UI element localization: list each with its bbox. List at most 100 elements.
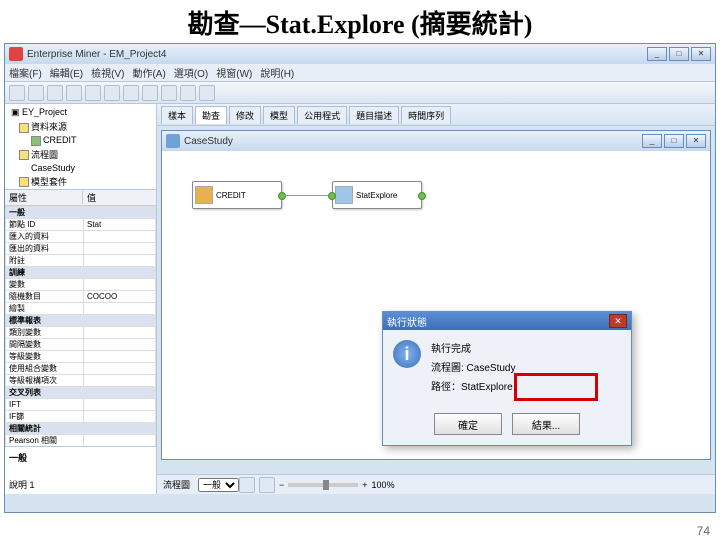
property-value[interactable] bbox=[84, 255, 156, 267]
project-tree[interactable]: ▣ EY_Project 資料來源 CREDIT 流程圖 CaseStudy 模… bbox=[5, 104, 156, 190]
property-value[interactable] bbox=[84, 243, 156, 255]
tab-desc[interactable]: 題目描述 bbox=[349, 106, 399, 124]
dialog-text: 執行完成 流程圖: CaseStudy 路徑：StatExplore bbox=[431, 340, 515, 397]
menu-edit[interactable]: 編輯(E) bbox=[50, 65, 83, 80]
port-in[interactable] bbox=[328, 192, 336, 200]
property-key: Pearson 相關 bbox=[6, 435, 84, 447]
folder-icon bbox=[19, 150, 29, 160]
zoom-slider[interactable] bbox=[288, 483, 358, 487]
tree-item[interactable]: 流程圖 bbox=[7, 147, 154, 162]
toolbar-button[interactable] bbox=[161, 85, 177, 101]
property-section: 訓練 bbox=[6, 267, 156, 279]
close-button[interactable]: ✕ bbox=[691, 47, 711, 61]
property-value[interactable]: Stat bbox=[84, 219, 156, 231]
tab-modify[interactable]: 修改 bbox=[229, 106, 261, 124]
property-value[interactable] bbox=[84, 351, 156, 363]
zoom-control[interactable]: − + 100% bbox=[239, 477, 395, 493]
toolbar-button[interactable] bbox=[180, 85, 196, 101]
toolbar-button[interactable] bbox=[66, 85, 82, 101]
property-value[interactable] bbox=[84, 339, 156, 351]
property-value[interactable] bbox=[84, 231, 156, 243]
menubar: 檔案(F) 編輯(E) 檢視(V) 動作(A) 選項(O) 視窗(W) 說明(H… bbox=[5, 64, 715, 82]
toolbar-button[interactable] bbox=[142, 85, 158, 101]
property-key: 類別變數 bbox=[6, 327, 84, 339]
toolbar-button[interactable] bbox=[104, 85, 120, 101]
menu-action[interactable]: 動作(A) bbox=[132, 65, 165, 80]
zoom-out-icon[interactable] bbox=[239, 477, 255, 493]
property-key: 等級變數 bbox=[6, 351, 84, 363]
toolbar-button[interactable] bbox=[9, 85, 25, 101]
tab-sample[interactable]: 樣本 bbox=[161, 106, 193, 124]
tree-root[interactable]: ▣ EY_Project bbox=[7, 106, 154, 119]
property-value[interactable] bbox=[84, 279, 156, 291]
property-panel: 屬性 值 一般節點 IDStat匯入的資料匯出的資料附註訓練變數隨機數目COCO… bbox=[5, 190, 156, 446]
tab-model[interactable]: 模型 bbox=[263, 106, 295, 124]
toolbar-button[interactable] bbox=[28, 85, 44, 101]
dialog-close-button[interactable]: ✕ bbox=[609, 314, 627, 328]
property-key: 間隔變數 bbox=[6, 339, 84, 351]
property-key: 等級報構項次 bbox=[6, 375, 84, 387]
tab-utility[interactable]: 公用程式 bbox=[297, 106, 347, 124]
node-label: CREDIT bbox=[216, 191, 246, 200]
property-value[interactable] bbox=[84, 411, 156, 423]
node-link[interactable] bbox=[284, 195, 330, 196]
property-value[interactable] bbox=[84, 435, 156, 447]
property-section: 一般 bbox=[6, 207, 156, 219]
results-button[interactable]: 結果... bbox=[512, 413, 580, 435]
toolbar-button[interactable] bbox=[199, 85, 215, 101]
property-key: IFT bbox=[6, 399, 84, 411]
tab-time[interactable]: 時間序列 bbox=[401, 106, 451, 124]
node-tabs: 樣本 勘查 修改 模型 公用程式 題目描述 時間序列 bbox=[157, 104, 715, 126]
node-statexplore[interactable]: StatExplore bbox=[332, 181, 422, 209]
diagram-titlebar: CaseStudy _ □ ✕ bbox=[162, 131, 710, 151]
node-credit[interactable]: CREDIT bbox=[192, 181, 282, 209]
property-value[interactable]: COCOO bbox=[84, 291, 156, 303]
diagram-maximize[interactable]: □ bbox=[664, 134, 684, 148]
menu-file[interactable]: 檔案(F) bbox=[9, 65, 42, 80]
dialog-titlebar: 執行狀態 ✕ bbox=[383, 312, 631, 330]
tree-item-selected[interactable]: CaseStudy bbox=[7, 162, 154, 174]
property-value[interactable] bbox=[84, 375, 156, 387]
toolbar-button[interactable] bbox=[47, 85, 63, 101]
property-value[interactable] bbox=[84, 399, 156, 411]
highlight-box bbox=[514, 373, 598, 401]
property-header: 屬性 值 bbox=[5, 190, 156, 206]
port-out[interactable] bbox=[278, 192, 286, 200]
menu-view[interactable]: 檢視(V) bbox=[91, 65, 124, 80]
property-value[interactable] bbox=[84, 327, 156, 339]
tab-explore[interactable]: 勘查 bbox=[195, 106, 227, 124]
maximize-button[interactable]: □ bbox=[669, 47, 689, 61]
menu-window[interactable]: 視窗(W) bbox=[216, 65, 252, 80]
workarea: ▣ EY_Project 資料來源 CREDIT 流程圖 CaseStudy 模… bbox=[5, 104, 715, 494]
status-label: 流程圖 bbox=[163, 478, 190, 491]
diagram-close[interactable]: ✕ bbox=[686, 134, 706, 148]
diagram-window: CaseStudy _ □ ✕ CREDIT bbox=[161, 130, 711, 460]
menu-options[interactable]: 選項(O) bbox=[174, 65, 208, 80]
diagram-canvas[interactable]: CREDIT StatExplore 執行狀態 ✕ bbox=[162, 151, 710, 459]
minimize-button[interactable]: _ bbox=[647, 47, 667, 61]
tree-item[interactable]: 資料來源 bbox=[7, 119, 154, 134]
tree-item[interactable]: CREDIT bbox=[7, 134, 154, 147]
property-section: 標準報表 bbox=[6, 315, 156, 327]
property-value[interactable] bbox=[84, 363, 156, 375]
toolbar-button[interactable] bbox=[85, 85, 101, 101]
ok-button[interactable]: 確定 bbox=[434, 413, 502, 435]
property-value[interactable] bbox=[84, 303, 156, 315]
toolbar-button[interactable] bbox=[123, 85, 139, 101]
folder-icon bbox=[19, 123, 29, 133]
property-table[interactable]: 一般節點 IDStat匯入的資料匯出的資料附註訓練變數隨機數目COCOO繪製標準… bbox=[5, 206, 156, 446]
toolbar bbox=[5, 82, 715, 104]
zoom-fit-icon[interactable] bbox=[259, 477, 275, 493]
zoom-value: 100% bbox=[372, 480, 395, 490]
layout-select[interactable]: 一般 bbox=[198, 478, 239, 492]
port-out[interactable] bbox=[418, 192, 426, 200]
property-key: IF篩 bbox=[6, 411, 84, 423]
data-icon bbox=[31, 136, 41, 146]
diagram-minimize[interactable]: _ bbox=[642, 134, 662, 148]
tree-item[interactable]: 模型套件 bbox=[7, 174, 154, 189]
property-section: 相關統計 bbox=[6, 423, 156, 435]
folder-icon bbox=[19, 177, 29, 187]
menu-help[interactable]: 說明(H) bbox=[260, 65, 294, 80]
property-key: 變數 bbox=[6, 279, 84, 291]
slide-title: 勘查—Stat.Explore (摘要統計) bbox=[0, 0, 720, 43]
